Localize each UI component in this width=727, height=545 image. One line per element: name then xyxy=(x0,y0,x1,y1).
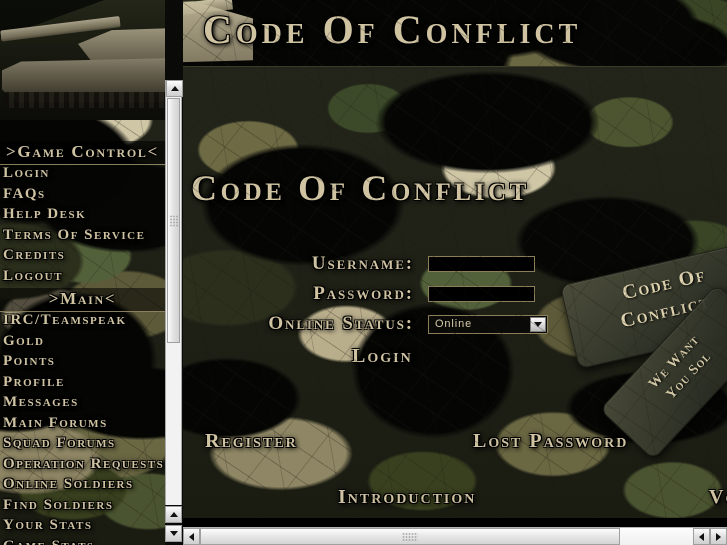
sidebar-nav-game-control: Login FAQs Help Desk Terms Of Service Cr… xyxy=(0,163,162,286)
tank-image xyxy=(0,0,165,120)
password-label: Password: xyxy=(313,283,414,304)
sidebar: >Game Control< Login FAQs Help Desk Term… xyxy=(0,0,165,545)
scroll-up-arrow-icon xyxy=(170,86,179,91)
site-banner: Code Of Conflict xyxy=(183,0,727,66)
sidebar-item-credits[interactable]: Credits xyxy=(0,245,162,266)
online-status-select[interactable]: Online xyxy=(428,314,548,334)
sidebar-vertical-scrollbar[interactable] xyxy=(165,80,183,505)
username-input[interactable] xyxy=(428,256,535,272)
sidebar-item-terms-of-service[interactable]: Terms Of Service xyxy=(0,225,162,246)
hscroll-left-button[interactable] xyxy=(183,528,200,545)
page-horizontal-scrollbar[interactable] xyxy=(183,527,727,545)
password-row: Password: xyxy=(183,283,535,305)
scroll-left-arrow-icon xyxy=(189,532,194,541)
password-input[interactable] xyxy=(428,286,535,302)
sidebar-item-help-desk[interactable]: Help Desk xyxy=(0,204,162,225)
username-row: Username: xyxy=(183,253,535,275)
page-body: Code Of Conflict Code Of Conflict We Wan… xyxy=(183,67,727,527)
sidebar-item-find-soldiers[interactable]: Find Soldiers xyxy=(0,495,162,516)
vote-link[interactable]: Vo xyxy=(709,486,727,509)
sidebar-scroll-up-button[interactable] xyxy=(166,80,183,97)
sidebar-scrollbar-thumb[interactable] xyxy=(167,98,180,343)
sidebar-item-squad-forums[interactable]: Squad Forums xyxy=(0,433,162,454)
banner-title: Code Of Conflict xyxy=(203,7,582,52)
username-label: Username: xyxy=(311,253,414,274)
sidebar-nav-main: IRC/Teamspeak Gold Points Profile Messag… xyxy=(0,310,163,545)
sidebar-scroll-up-button-bottom[interactable] xyxy=(165,506,182,523)
scroll-up-arrow-icon xyxy=(169,512,178,517)
tank-shading xyxy=(0,0,165,120)
sidebar-item-points[interactable]: Points xyxy=(0,351,162,372)
sidebar-item-faqs[interactable]: FAQs xyxy=(0,184,162,205)
scroll-left-arrow-icon xyxy=(699,532,704,541)
register-link[interactable]: Register xyxy=(205,430,298,453)
sidebar-section-header-game-control: >Game Control< xyxy=(0,141,165,165)
scrollbar-grip-icon xyxy=(402,532,418,541)
scroll-down-arrow-icon xyxy=(169,531,178,536)
main-content: Code Of Conflict Code Of Conflict Code O… xyxy=(183,0,727,545)
online-status-row: Online Status: Online xyxy=(183,313,548,335)
sidebar-section-header-main: >Main< xyxy=(0,288,165,312)
sidebar-item-game-stats[interactable]: Game Stats xyxy=(0,536,162,545)
sidebar-item-profile[interactable]: Profile xyxy=(0,372,162,393)
sidebar-item-messages[interactable]: Messages xyxy=(0,392,162,413)
hscroll-left-button-2[interactable] xyxy=(693,528,710,545)
page-title: Code Of Conflict xyxy=(191,168,530,208)
sidebar-item-main-forums[interactable]: Main Forums xyxy=(0,413,162,434)
sidebar-item-login[interactable]: Login xyxy=(0,163,162,184)
introduction-link[interactable]: Introduction xyxy=(338,486,476,509)
sidebar-item-gold[interactable]: Gold xyxy=(0,331,162,352)
sidebar-item-operation-requests[interactable]: Operation Requests xyxy=(0,454,163,475)
scrollbar-grip-icon xyxy=(169,214,178,227)
online-status-dropdown-button[interactable] xyxy=(530,316,546,332)
sidebar-scroll-down-button[interactable] xyxy=(165,525,182,542)
sidebar-item-your-stats[interactable]: Your Stats xyxy=(0,515,162,536)
lost-password-link[interactable]: Lost Password xyxy=(473,430,628,453)
chevron-down-icon xyxy=(534,321,542,327)
hscroll-track[interactable] xyxy=(200,528,693,545)
hscroll-thumb[interactable] xyxy=(200,528,620,545)
page-frame: Code Of Conflict Code Of Conflict We Wan… xyxy=(183,66,727,545)
sidebar-item-logout[interactable]: Logout xyxy=(0,266,162,287)
online-status-label: Online Status: xyxy=(268,313,414,334)
online-status-value: Online xyxy=(435,318,473,330)
hscroll-right-button[interactable] xyxy=(710,528,727,545)
scroll-right-arrow-icon xyxy=(716,532,721,541)
login-button[interactable]: Login xyxy=(352,345,413,368)
sidebar-item-online-soldiers[interactable]: Online Soldiers xyxy=(0,474,162,495)
sidebar-item-irc-teamspeak[interactable]: IRC/Teamspeak xyxy=(0,310,162,331)
page-bottom-strip xyxy=(183,518,727,527)
